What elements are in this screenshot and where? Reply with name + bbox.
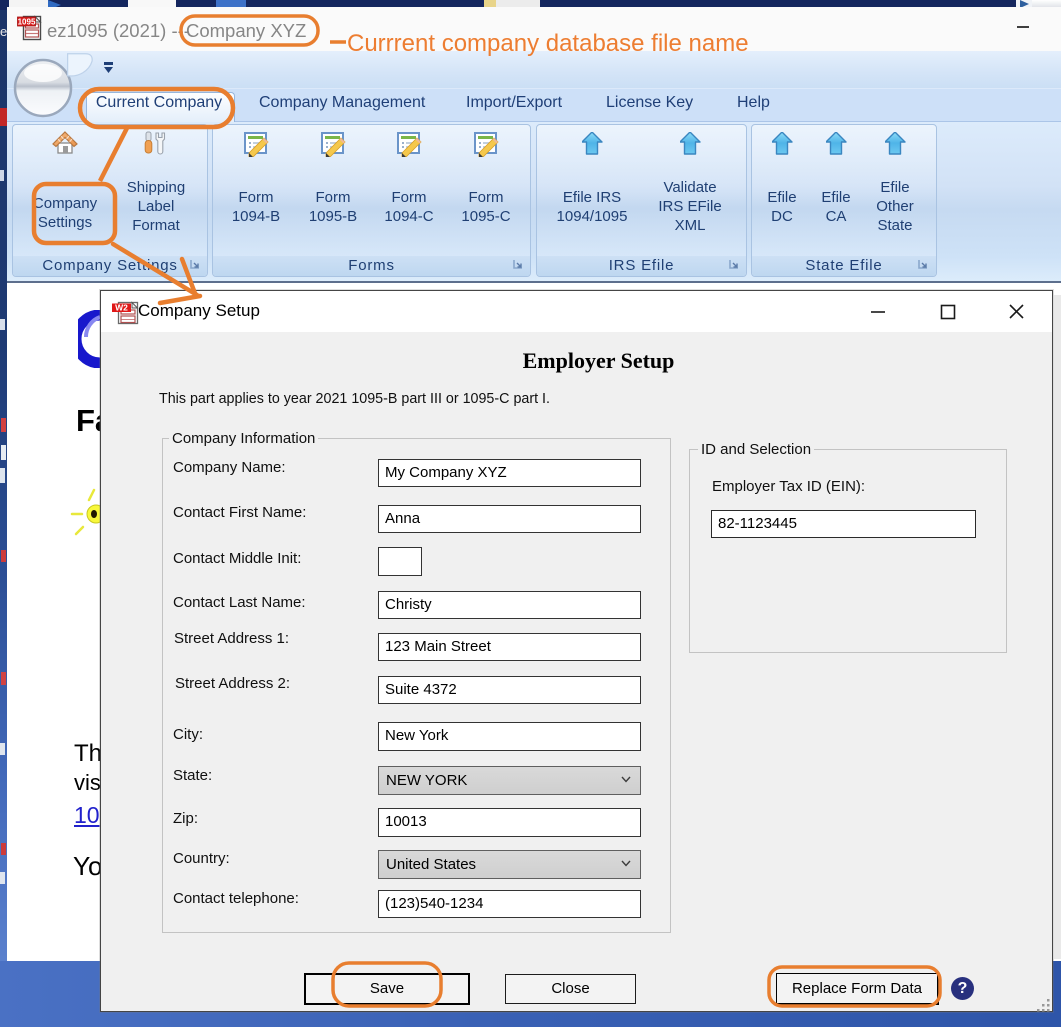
- svg-text:1095: 1095: [18, 18, 36, 27]
- svg-text:W2: W2: [115, 303, 128, 313]
